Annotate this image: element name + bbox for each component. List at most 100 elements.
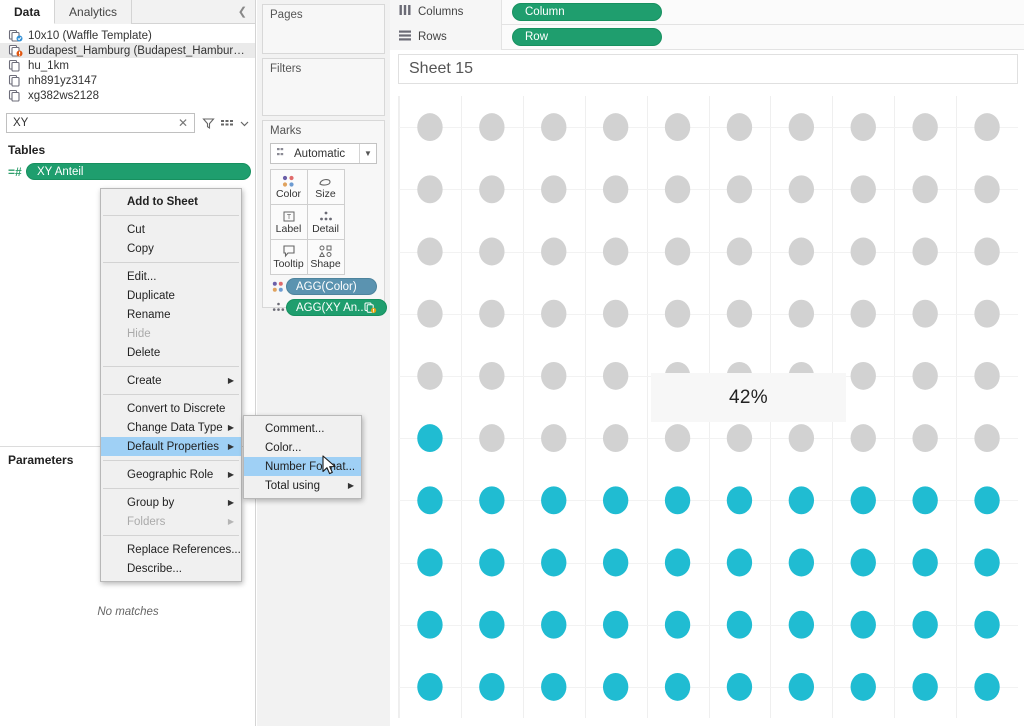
waffle-cell[interactable] (417, 113, 443, 142)
waffle-cell[interactable] (479, 610, 505, 639)
waffle-cell[interactable] (850, 361, 876, 390)
waffle-cell[interactable] (974, 610, 1000, 639)
waffle-cell[interactable] (541, 175, 567, 204)
waffle-cell[interactable] (417, 299, 443, 328)
waffle-cell[interactable] (479, 237, 505, 266)
chevron-down-icon[interactable] (240, 119, 249, 128)
waffle-cell[interactable] (664, 299, 691, 328)
waffle-cell[interactable] (726, 548, 753, 577)
waffle-cell[interactable] (726, 175, 753, 204)
menu-item-default-properties[interactable]: Default Properties ▶ (101, 437, 241, 456)
label-button[interactable]: T Label (269, 203, 308, 240)
waffle-cell[interactable] (602, 113, 629, 142)
waffle-cell[interactable] (602, 610, 629, 639)
waffle-cell[interactable] (664, 113, 691, 142)
waffle-cell[interactable] (912, 361, 938, 390)
waffle-cell[interactable] (479, 486, 505, 515)
waffle-cell[interactable] (726, 299, 753, 328)
waffle-cell[interactable] (602, 672, 629, 701)
menu-item-group-by[interactable]: Group by ▶ (101, 493, 241, 512)
color-button[interactable]: Color (269, 168, 308, 205)
menu-item-geographic-role[interactable]: Geographic Role ▶ (101, 465, 241, 484)
waffle-cell[interactable] (850, 175, 876, 204)
waffle-cell[interactable] (850, 610, 876, 639)
waffle-cell[interactable] (417, 175, 443, 204)
funnel-icon[interactable] (202, 117, 215, 130)
waffle-cell[interactable] (602, 361, 629, 390)
rows-shelf[interactable]: Rows Row (390, 24, 1024, 50)
waffle-cell[interactable] (974, 175, 1000, 204)
size-button[interactable]: Size (306, 168, 345, 205)
menu-item-convert-to-discrete[interactable]: Convert to Discrete (101, 399, 241, 418)
waffle-cell[interactable] (850, 299, 876, 328)
waffle-cell[interactable] (788, 113, 815, 142)
waffle-cell[interactable] (479, 361, 505, 390)
menu-item-delete[interactable]: Delete (101, 343, 241, 362)
list-item[interactable]: xg382ws2128 (0, 88, 255, 103)
waffle-cell[interactable] (417, 424, 443, 453)
menu-item-copy[interactable]: Copy (101, 239, 241, 258)
menu-item-rename[interactable]: Rename (101, 305, 241, 324)
waffle-cell[interactable] (417, 237, 443, 266)
waffle-cell[interactable] (850, 424, 876, 453)
waffle-cell[interactable] (541, 672, 567, 701)
mark-pill-agg-xy-anteil[interactable]: AGG(XY An.. (286, 299, 387, 316)
waffle-cell[interactable] (850, 548, 876, 577)
menu-item-cut[interactable]: Cut (101, 220, 241, 239)
waffle-cell[interactable] (726, 672, 753, 701)
waffle-cell[interactable] (788, 299, 815, 328)
waffle-cell[interactable] (479, 113, 505, 142)
list-item[interactable]: hu_1km (0, 58, 255, 73)
waffle-cell[interactable] (602, 299, 629, 328)
waffle-cell[interactable] (417, 672, 443, 701)
waffle-cell[interactable] (726, 113, 753, 142)
field-row-xy-anteil[interactable]: =# XY Anteil (0, 161, 255, 182)
waffle-cell[interactable] (912, 610, 938, 639)
waffle-cell[interactable] (541, 237, 567, 266)
waffle-cell[interactable] (726, 237, 753, 266)
waffle-chart[interactable]: 42% (398, 96, 1018, 718)
waffle-cell[interactable] (788, 610, 815, 639)
waffle-cell[interactable] (664, 237, 691, 266)
waffle-cell[interactable] (850, 237, 876, 266)
context-submenu-default-properties[interactable]: Comment... Color... Number Format... Total … (243, 415, 362, 499)
tab-data[interactable]: Data (0, 0, 56, 24)
menu-item-total-using[interactable]: Total using ▶ (244, 476, 361, 495)
waffle-cell[interactable] (912, 548, 938, 577)
waffle-cell[interactable] (974, 486, 1000, 515)
list-item[interactable]: 10x10 (Waffle Template) (0, 28, 255, 43)
waffle-cell[interactable] (664, 424, 691, 453)
waffle-cell[interactable] (788, 672, 815, 701)
sheet-title[interactable]: Sheet 15 (398, 54, 1018, 84)
waffle-cell[interactable] (664, 175, 691, 204)
waffle-cell[interactable] (850, 486, 876, 515)
columns-shelf-drop-zone[interactable]: Column (502, 3, 1024, 21)
context-menu[interactable]: Add to Sheet Cut Copy Edit... Duplicate Renam… (100, 188, 242, 582)
waffle-cell[interactable] (541, 486, 567, 515)
search-input[interactable]: XY ✕ (6, 113, 195, 133)
waffle-cell[interactable] (912, 237, 938, 266)
mark-pill-agg-color[interactable]: AGG(Color) (286, 278, 377, 295)
waffle-cell[interactable] (602, 486, 629, 515)
waffle-cell[interactable] (726, 610, 753, 639)
waffle-cell[interactable] (417, 610, 443, 639)
waffle-cell[interactable] (541, 299, 567, 328)
waffle-cell[interactable] (602, 175, 629, 204)
close-icon[interactable]: ✕ (176, 116, 190, 130)
waffle-cell[interactable] (912, 672, 938, 701)
chevron-down-icon[interactable]: ▼ (359, 144, 376, 163)
waffle-cell[interactable] (541, 113, 567, 142)
waffle-cell[interactable] (664, 486, 691, 515)
waffle-cell[interactable] (479, 299, 505, 328)
menu-item-comment[interactable]: Comment... (244, 419, 361, 438)
shelf-pill-column[interactable]: Column (512, 3, 662, 21)
waffle-cell[interactable] (788, 424, 815, 453)
waffle-cell[interactable] (788, 486, 815, 515)
waffle-cell[interactable] (974, 299, 1000, 328)
waffle-cell[interactable] (974, 237, 1000, 266)
menu-item-change-data-type[interactable]: Change Data Type ▶ (101, 418, 241, 437)
tab-analytics[interactable]: Analytics (55, 0, 133, 24)
waffle-cell[interactable] (912, 175, 938, 204)
waffle-cell[interactable] (664, 672, 691, 701)
waffle-cell[interactable] (974, 548, 1000, 577)
